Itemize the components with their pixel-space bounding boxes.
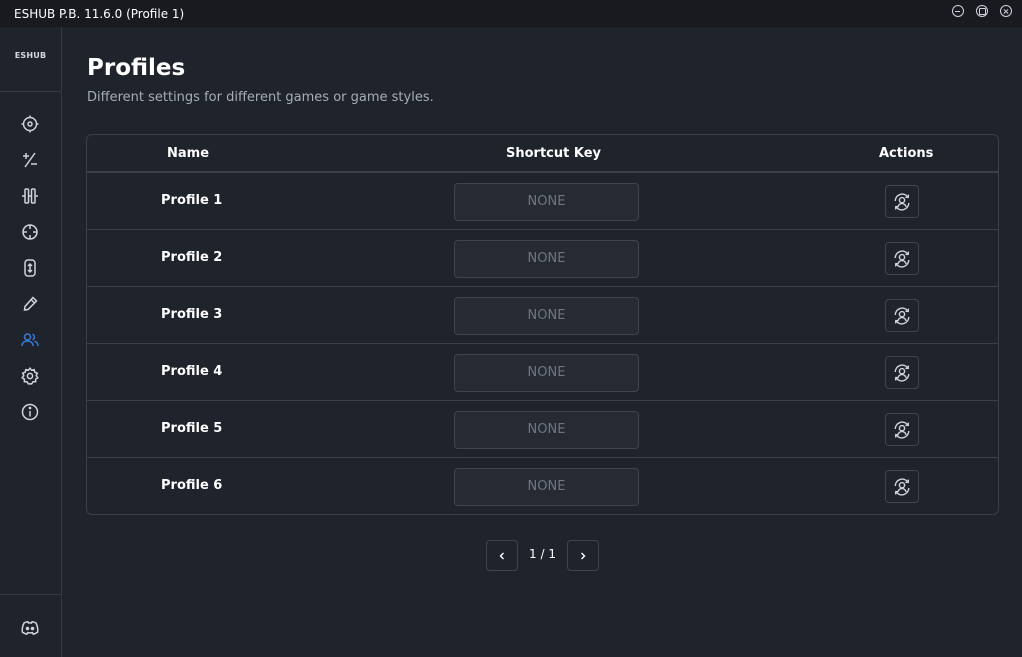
shortcut-key-field[interactable]: NONE <box>454 240 639 278</box>
load-profile-button[interactable] <box>885 356 919 389</box>
chevron-left-icon <box>499 552 504 559</box>
profile-name: Profile 2 <box>161 250 223 265</box>
profile-sync-icon <box>894 249 910 268</box>
plus-minus-icon <box>23 152 37 168</box>
sidebar-divider <box>0 91 61 92</box>
profile-name: Profile 3 <box>161 307 223 322</box>
load-profile-button[interactable] <box>885 299 919 332</box>
pagination: 1 / 1 <box>486 540 599 571</box>
table-row: Profile 3 NONE <box>87 287 998 344</box>
sidebar-item-settings[interactable] <box>19 365 41 387</box>
table-row: Profile 1 NONE <box>87 173 998 230</box>
main-content: Profiles Different settings for differen… <box>62 27 1022 657</box>
sidebar-item-crosshair[interactable] <box>19 221 41 243</box>
shortcut-key-field[interactable]: NONE <box>454 297 639 335</box>
maximize-icon[interactable] <box>976 5 988 17</box>
eyedropper-icon <box>23 296 38 311</box>
sidebar-item-equalizer[interactable] <box>19 185 41 207</box>
load-profile-button[interactable] <box>885 413 919 446</box>
title-bar: ESHUB P.B. 11.6.0 (Profile 1) <box>0 0 1022 27</box>
load-profile-button[interactable] <box>885 470 919 503</box>
column-header-name: Name <box>167 146 210 161</box>
info-icon <box>21 403 39 421</box>
profile-name: Profile 6 <box>161 478 223 493</box>
next-page-button[interactable] <box>567 540 599 571</box>
sidebar-item-target[interactable] <box>19 113 41 135</box>
sidebar-item-plus-minus[interactable] <box>19 149 41 171</box>
close-icon[interactable] <box>1000 5 1012 17</box>
users-icon <box>21 333 39 347</box>
window-controls <box>952 5 1012 17</box>
load-profile-button[interactable] <box>885 185 919 218</box>
column-sliders-icon <box>22 188 38 204</box>
minimize-icon[interactable] <box>952 5 964 17</box>
sidebar-item-color-picker[interactable] <box>19 293 41 315</box>
profile-sync-icon <box>894 306 910 325</box>
chevron-right-icon <box>581 552 586 559</box>
load-profile-button[interactable] <box>885 242 919 275</box>
page-subtitle: Different settings for different games o… <box>87 90 434 105</box>
sidebar-item-profiles[interactable] <box>19 329 41 351</box>
sidebar-divider <box>0 594 61 595</box>
table-body: Profile 1 NONE Profile 2 NONE Profile 3 NONE P… <box>87 173 998 514</box>
profile-name: Profile 1 <box>161 193 223 208</box>
sidebar: ESHUB <box>0 27 62 657</box>
shortcut-key-field[interactable]: NONE <box>454 468 639 506</box>
shortcut-key-field[interactable]: NONE <box>454 411 639 449</box>
profiles-table: Name Shortcut Key Actions Profile 1 NONE P… <box>86 134 999 515</box>
table-row: Profile 2 NONE <box>87 230 998 287</box>
sidebar-item-discord[interactable] <box>19 617 41 639</box>
page-indicator: 1 / 1 <box>529 547 556 561</box>
gear-icon <box>21 366 39 385</box>
column-header-shortcut: Shortcut Key <box>506 146 602 161</box>
profile-name: Profile 5 <box>161 421 223 436</box>
shortcut-key-field[interactable]: NONE <box>454 354 639 392</box>
window-title: ESHUB P.B. 11.6.0 (Profile 1) <box>14 6 185 21</box>
profile-sync-icon <box>894 192 910 211</box>
profile-name: Profile 4 <box>161 364 223 379</box>
profile-sync-icon <box>894 363 910 382</box>
discord-icon <box>21 621 39 636</box>
sidebar-item-about[interactable] <box>19 401 41 423</box>
page-title: Profiles <box>87 55 186 81</box>
table-row: Profile 4 NONE <box>87 344 998 401</box>
previous-page-button[interactable] <box>486 540 518 571</box>
crosshair-icon <box>22 224 38 240</box>
column-header-actions: Actions <box>879 146 934 161</box>
crosshair-target-icon <box>21 115 39 133</box>
table-row: Profile 5 NONE <box>87 401 998 458</box>
shortcut-key-field[interactable]: NONE <box>454 183 639 221</box>
mouse-scroll-icon <box>24 259 36 277</box>
table-row: Profile 6 NONE <box>87 458 998 514</box>
table-header: Name Shortcut Key Actions <box>87 135 998 173</box>
sidebar-item-mouse[interactable] <box>19 257 41 279</box>
profile-sync-icon <box>894 420 910 439</box>
profile-sync-icon <box>894 477 910 496</box>
app-logo: ESHUB <box>14 51 47 60</box>
